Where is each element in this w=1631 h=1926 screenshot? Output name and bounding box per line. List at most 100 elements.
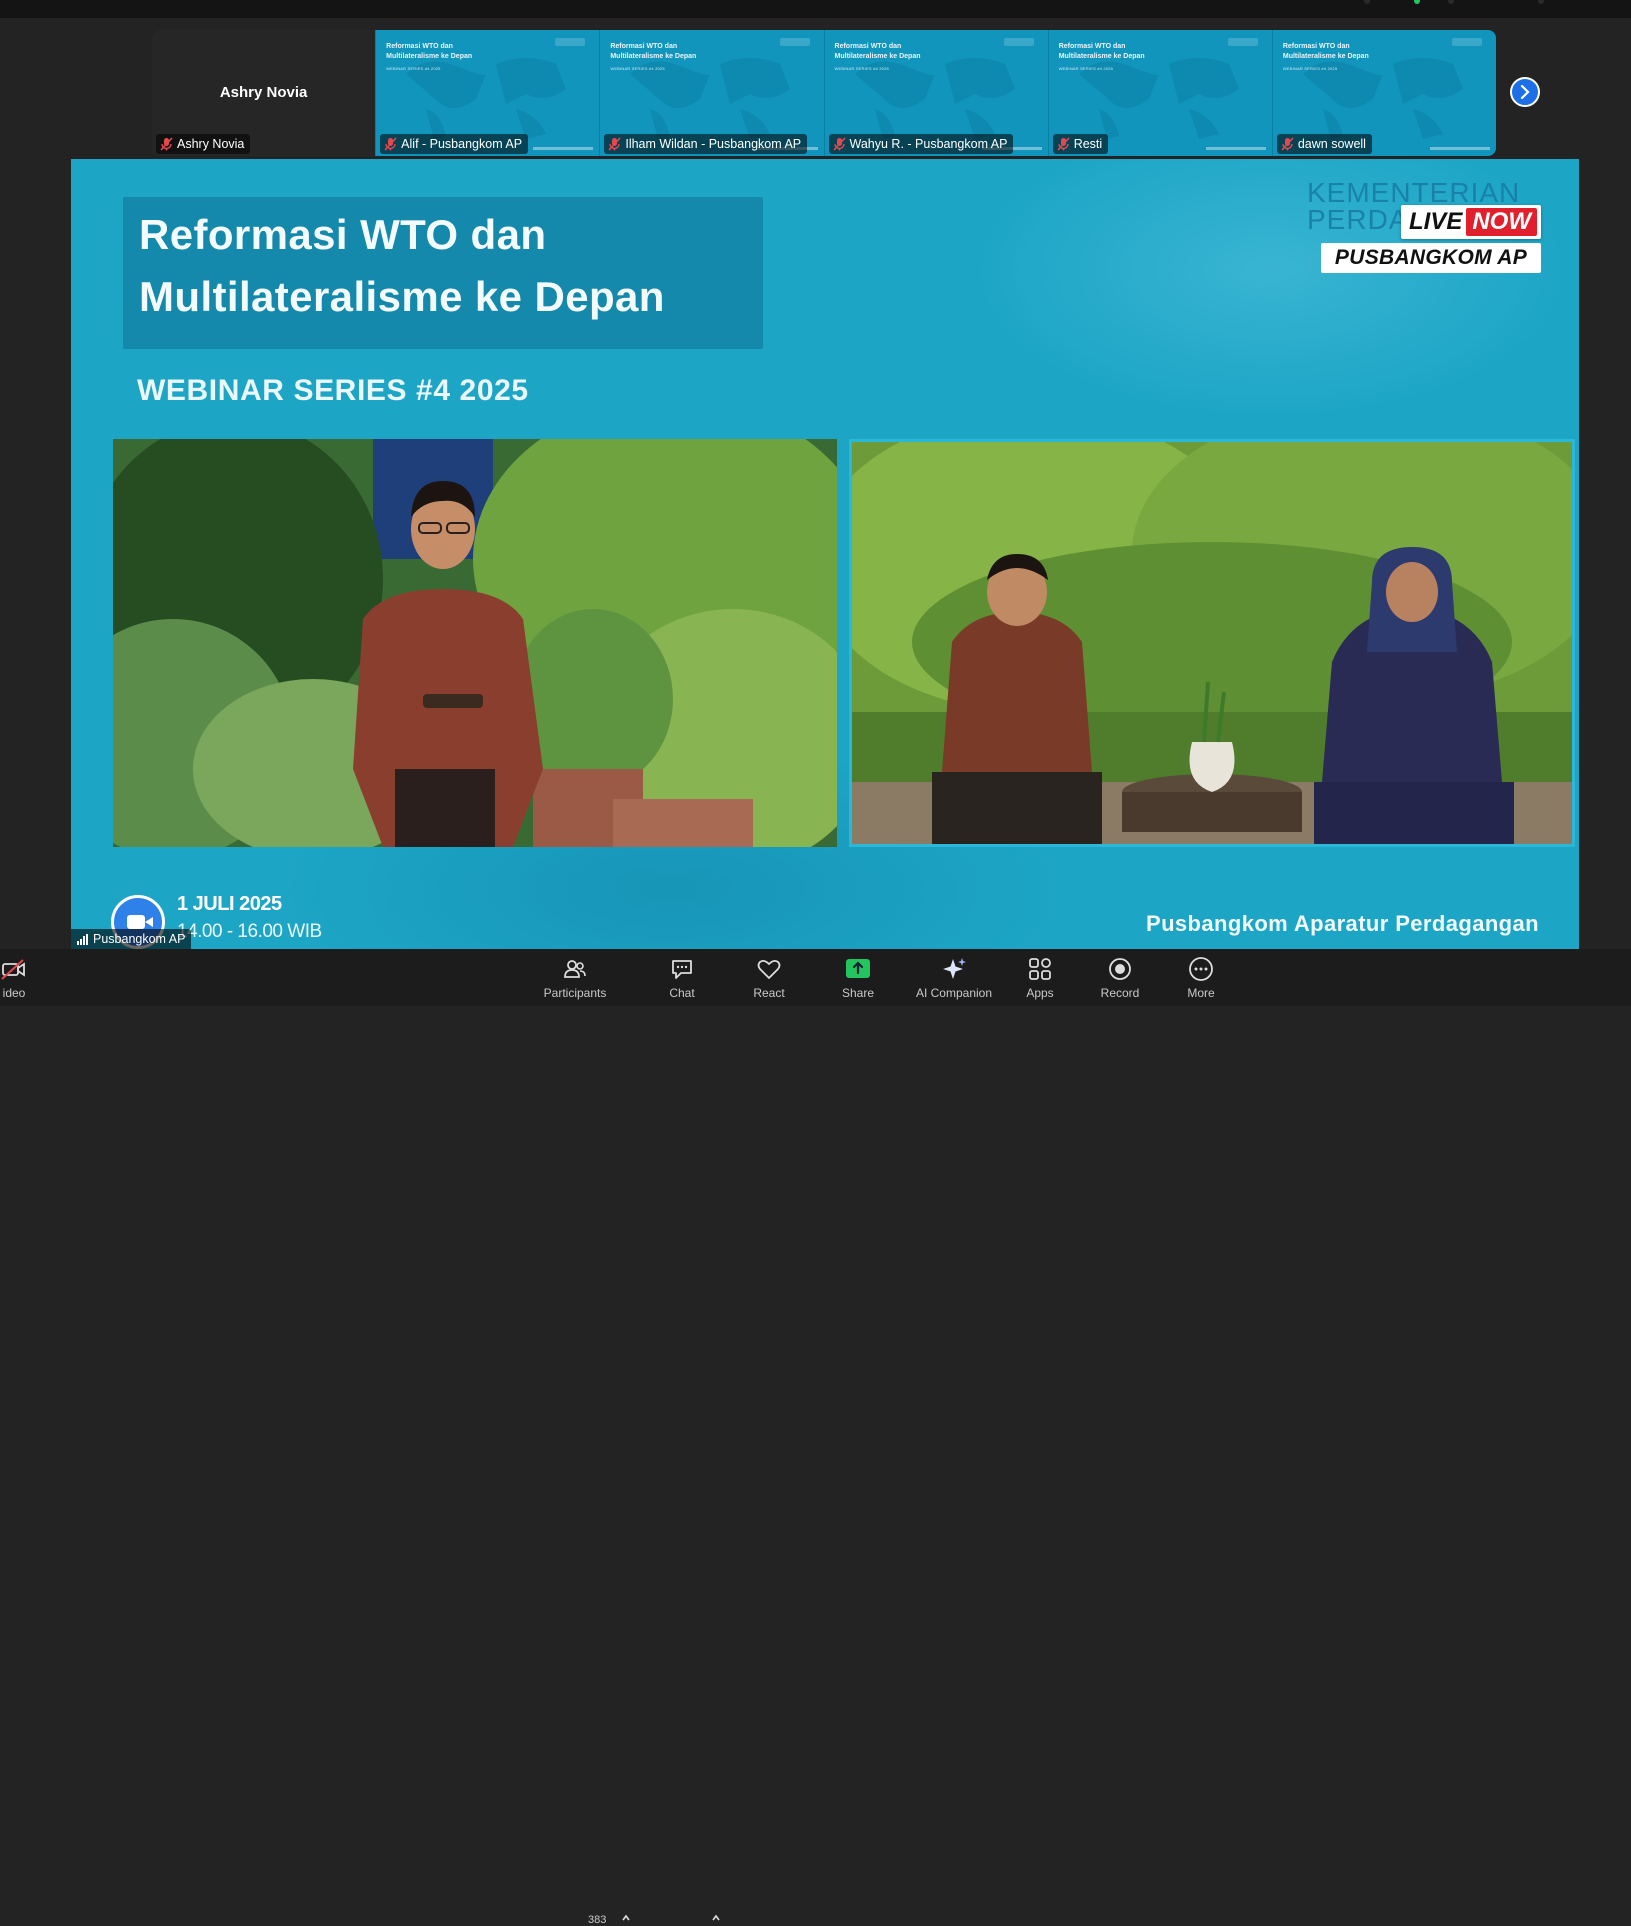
chat-label: Chat	[669, 986, 695, 1000]
share-button[interactable]: Share	[836, 953, 880, 1003]
participant-tile-self[interactable]: Ashry Novia Ashry Novia	[152, 30, 376, 156]
top-indicator	[1364, 0, 1370, 4]
participant-tile[interactable]: Reformasi WTO dan Multilateralisme ke De…	[375, 30, 600, 156]
mini-logo	[555, 38, 586, 46]
participant-name: Ashry Novia	[177, 137, 245, 151]
active-speaker-tag: Pusbangkom AP	[71, 929, 192, 949]
meeting-toolbar: ideo Participants 383 Chat React Share A…	[0, 949, 1631, 1926]
participant-display-name: Ashry Novia	[219, 84, 308, 101]
participants-label: Participants	[543, 986, 607, 1000]
participant-nametag: Alif - Pusbangkom AP	[380, 134, 529, 154]
mic-muted-icon	[608, 137, 621, 151]
connection-indicator	[1414, 0, 1420, 4]
ai-companion-label: AI Companion	[915, 986, 993, 1000]
mini-logo	[1227, 38, 1258, 46]
mini-slide-subtitle: WEBINAR SERIES #4 2025	[610, 66, 665, 71]
shared-screen: Reformasi WTO dan Multilateralisme ke De…	[71, 159, 1579, 949]
sparkle-icon	[941, 956, 967, 982]
mini-logo	[1452, 38, 1483, 46]
participant-tile[interactable]: Reformasi WTO dan Multilateralisme ke De…	[1271, 30, 1496, 156]
slide-title-line2: Multilateralisme ke Depan	[139, 273, 665, 320]
webinar-series-label: WEBINAR SERIES #4 2025	[137, 374, 529, 407]
mini-slide-title: Reformasi WTO dan Multilateralisme ke De…	[834, 43, 921, 60]
participants-icon	[562, 956, 588, 982]
mini-slide-subtitle: WEBINAR SERIES #4 2025	[834, 66, 889, 71]
footer-organization: Pusbangkom Aparatur Perdagangan	[1146, 911, 1539, 936]
chat-button[interactable]: Chat	[662, 953, 702, 1003]
record-button[interactable]: Record	[1096, 953, 1144, 1003]
participant-name: Resti	[1073, 137, 1103, 151]
host-video-feed	[113, 439, 837, 847]
participant-nametag: Ilham Wildan - Pusbangkom AP	[604, 134, 808, 154]
mini-logo	[779, 38, 810, 46]
next-page-button[interactable]	[1510, 77, 1540, 107]
mini-footer	[1205, 147, 1266, 150]
participant-name: dawn sowell	[1297, 137, 1366, 151]
event-date: 1 JULI 2025	[177, 893, 282, 915]
mini-slide-title: Reformasi WTO dan Multilateralisme ke De…	[386, 43, 473, 60]
record-label: Record	[1100, 986, 1140, 1000]
now-label: NOW	[1466, 208, 1537, 236]
participant-nametag: Ashry Novia	[156, 134, 251, 154]
event-time: 14.00 - 16.00 WIB	[177, 921, 322, 942]
participant-tile[interactable]: Reformasi WTO dan Multilateralisme ke De…	[1047, 30, 1272, 156]
react-button[interactable]: React	[748, 953, 790, 1003]
mic-muted-icon	[832, 137, 846, 151]
chevron-right-icon	[1520, 85, 1530, 99]
mic-muted-icon	[160, 137, 173, 151]
more-icon	[1188, 956, 1214, 982]
signal-strength-icon	[77, 933, 88, 945]
garden-scene-image	[113, 439, 837, 847]
apps-button[interactable]: Apps	[1020, 953, 1060, 1003]
participant-tile[interactable]: Reformasi WTO dan Multilateralisme ke De…	[599, 30, 824, 156]
chat-icon	[669, 956, 695, 982]
share-label: Share	[841, 986, 875, 1000]
mini-slide-title: Reformasi WTO dan Multilateralisme ke De…	[1058, 43, 1145, 60]
top-indicator	[1448, 0, 1454, 4]
active-speaker-name: Pusbangkom AP	[93, 932, 186, 946]
video-off-icon	[1, 956, 27, 982]
top-indicator	[1538, 0, 1544, 4]
mic-muted-icon	[1057, 137, 1070, 151]
mini-footer	[533, 147, 594, 150]
participant-nametag: Wahyu R. - Pusbangkom AP	[828, 134, 1014, 154]
chevron-up-icon[interactable]	[621, 1913, 631, 1923]
apps-label: Apps	[1026, 986, 1054, 1000]
heart-icon	[756, 956, 782, 982]
participants-count: 383	[588, 1914, 607, 1926]
mini-slide-subtitle: WEBINAR SERIES #4 2025	[1058, 66, 1114, 71]
record-icon	[1107, 956, 1133, 982]
participant-nametag: dawn sowell	[1276, 134, 1372, 154]
participant-name: Wahyu R. - Pusbangkom AP	[849, 137, 1008, 151]
participant-nametag: Resti	[1052, 134, 1109, 154]
speakers-scene-image	[852, 442, 1572, 844]
org-badge: PUSBANGKOM AP	[1321, 243, 1541, 273]
mini-slide-title: Reformasi WTO dan Multilateralisme ke De…	[1282, 43, 1369, 60]
mini-slide-subtitle: WEBINAR SERIES #4 2025	[386, 66, 441, 71]
react-label: React	[753, 986, 785, 1000]
participant-tile[interactable]: Reformasi WTO dan Multilateralisme ke De…	[823, 30, 1048, 156]
ministry-line1: KEMENTERIAN	[1307, 177, 1521, 208]
window-top-bar	[0, 0, 1631, 18]
participants-button[interactable]: Participants	[540, 953, 610, 1003]
share-screen-icon	[845, 956, 871, 982]
camera-lens-shape	[145, 917, 153, 927]
camera-shape	[127, 915, 145, 929]
live-label: LIVE	[1409, 208, 1463, 235]
mini-slide-title: Reformasi WTO dan Multilateralisme ke De…	[610, 43, 697, 60]
mic-muted-icon	[384, 137, 397, 151]
video-label: ideo	[2, 986, 26, 1000]
mini-footer	[1430, 147, 1491, 150]
participant-thumbnail-strip: Ashry Novia Ashry Novia Reformasi WTO da…	[152, 30, 1496, 156]
chevron-up-icon[interactable]	[711, 1913, 721, 1923]
apps-icon	[1027, 956, 1053, 982]
more-label: More	[1187, 986, 1215, 1000]
speakers-video-feed	[849, 439, 1575, 847]
ai-companion-button[interactable]: AI Companion	[912, 953, 996, 1003]
more-button[interactable]: More	[1180, 953, 1222, 1003]
slide-title-line1: Reformasi WTO dan	[139, 211, 547, 258]
video-button[interactable]: ideo	[0, 953, 32, 1003]
participant-name: Alif - Pusbangkom AP	[401, 137, 523, 151]
mini-logo	[1003, 38, 1034, 46]
live-now-badge: LIVE NOW	[1401, 205, 1541, 239]
